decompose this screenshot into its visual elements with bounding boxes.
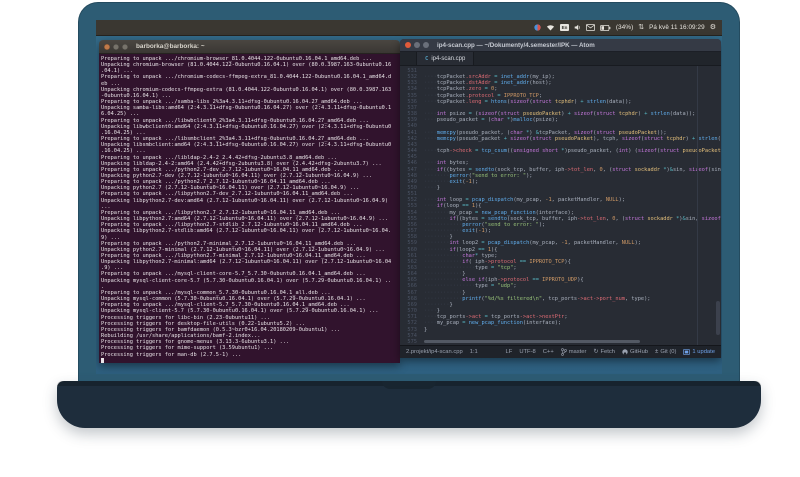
status-file-path[interactable]: 2.projekt/ip4-scan.cpp bbox=[406, 349, 463, 355]
sync-icon: ↻ bbox=[593, 349, 599, 355]
close-button[interactable] bbox=[104, 43, 110, 50]
vertical-scrollbar[interactable] bbox=[716, 301, 720, 335]
editor-window-title: ip4-scan.cpp — ~/Dokumenty/4.semester/IP… bbox=[437, 41, 595, 49]
minimize-button[interactable] bbox=[414, 42, 420, 48]
status-line-ending[interactable]: LF bbox=[506, 349, 513, 355]
sync-arrows-icon[interactable]: ⇅ bbox=[638, 24, 644, 31]
screen: En (34%) ⇅ Pá kvě 11 16:09:29 ⚙ barborka… bbox=[96, 20, 722, 374]
github-icon bbox=[622, 349, 628, 355]
laptop-base bbox=[57, 381, 761, 428]
system-panel: En (34%) ⇅ Pá kvě 11 16:09:29 ⚙ bbox=[96, 20, 722, 36]
app-indicator-icon[interactable] bbox=[534, 24, 541, 31]
battery-percent-label: (34%) bbox=[615, 24, 634, 31]
laptop-lid: En (34%) ⇅ Pá kvě 11 16:09:29 ⚙ barborka… bbox=[78, 2, 740, 386]
git-diff-icon: ± bbox=[655, 349, 659, 355]
editor-titlebar[interactable]: ip4-scan.cpp — ~/Dokumenty/4.semester/IP… bbox=[400, 39, 721, 52]
editor-pane[interactable]: 531 532 533 534 535 536 537 538 539 540 … bbox=[400, 66, 721, 345]
editor-window: ip4-scan.cpp — ~/Dokumenty/4.semester/IP… bbox=[400, 39, 721, 358]
clock[interactable]: Pá kvě 11 16:09:29 bbox=[649, 24, 705, 31]
status-git-branch[interactable]: master bbox=[560, 348, 586, 356]
status-cursor-position[interactable]: 1:1 bbox=[470, 349, 478, 355]
update-icon bbox=[683, 349, 691, 355]
editor-tab-bar: C ip4-scan.cpp bbox=[400, 52, 721, 66]
tab-ip4-scan[interactable]: C ip4-scan.cpp bbox=[416, 52, 475, 65]
terminal-cursor bbox=[101, 357, 104, 363]
line-number-gutter: 531 532 533 534 535 536 537 538 539 540 … bbox=[407, 68, 417, 345]
maximize-button[interactable] bbox=[423, 42, 429, 48]
terminal-titlebar[interactable]: barborka@barborka: ~ bbox=[99, 40, 400, 54]
minimize-button[interactable] bbox=[113, 43, 119, 50]
horizontal-scrollbar[interactable] bbox=[420, 340, 640, 344]
close-button[interactable] bbox=[405, 42, 411, 48]
mail-icon[interactable] bbox=[585, 24, 595, 31]
status-github[interactable]: GitHub bbox=[622, 349, 648, 355]
desktop-wallpaper: barborka@barborka: ~ Preparing to unpack… bbox=[96, 36, 722, 374]
laptop-mockup: En (34%) ⇅ Pá kvě 11 16:09:29 ⚙ barborka… bbox=[0, 0, 800, 477]
status-grammar[interactable]: C++ bbox=[543, 349, 554, 355]
status-git-changes[interactable]: ± Git (0) bbox=[655, 349, 676, 355]
maximize-button[interactable] bbox=[122, 43, 128, 50]
cpp-file-icon: C bbox=[425, 55, 429, 62]
code-area[interactable]: ····tcpPacket.srcAddr = inet_addr(my_ip)… bbox=[420, 66, 721, 345]
tab-label: ip4-scan.cpp bbox=[431, 55, 466, 62]
terminal-output[interactable]: Preparing to unpack .../chromium-browser… bbox=[99, 54, 400, 363]
terminal-title: barborka@barborka: ~ bbox=[136, 43, 205, 50]
wifi-icon[interactable] bbox=[546, 24, 555, 31]
status-encoding[interactable]: UTF-8 bbox=[519, 349, 535, 355]
volume-icon[interactable] bbox=[574, 24, 581, 31]
scrollbar-thumb[interactable] bbox=[424, 340, 640, 343]
session-gear-icon[interactable]: ⚙ bbox=[710, 24, 716, 31]
wrap-guide bbox=[697, 66, 698, 345]
laptop-notch bbox=[382, 381, 436, 389]
status-fetch[interactable]: ↻ Fetch bbox=[593, 349, 615, 355]
battery-icon[interactable] bbox=[600, 24, 611, 31]
editor-status-bar: 2.projekt/ip4-scan.cpp 1:1 LF UTF-8 C++ … bbox=[400, 345, 721, 358]
terminal-window: barborka@barborka: ~ Preparing to unpack… bbox=[99, 40, 400, 363]
git-branch-icon bbox=[560, 348, 567, 356]
keyboard-layout-indicator[interactable]: En bbox=[560, 24, 569, 31]
status-updates[interactable]: 1 update bbox=[683, 349, 715, 355]
